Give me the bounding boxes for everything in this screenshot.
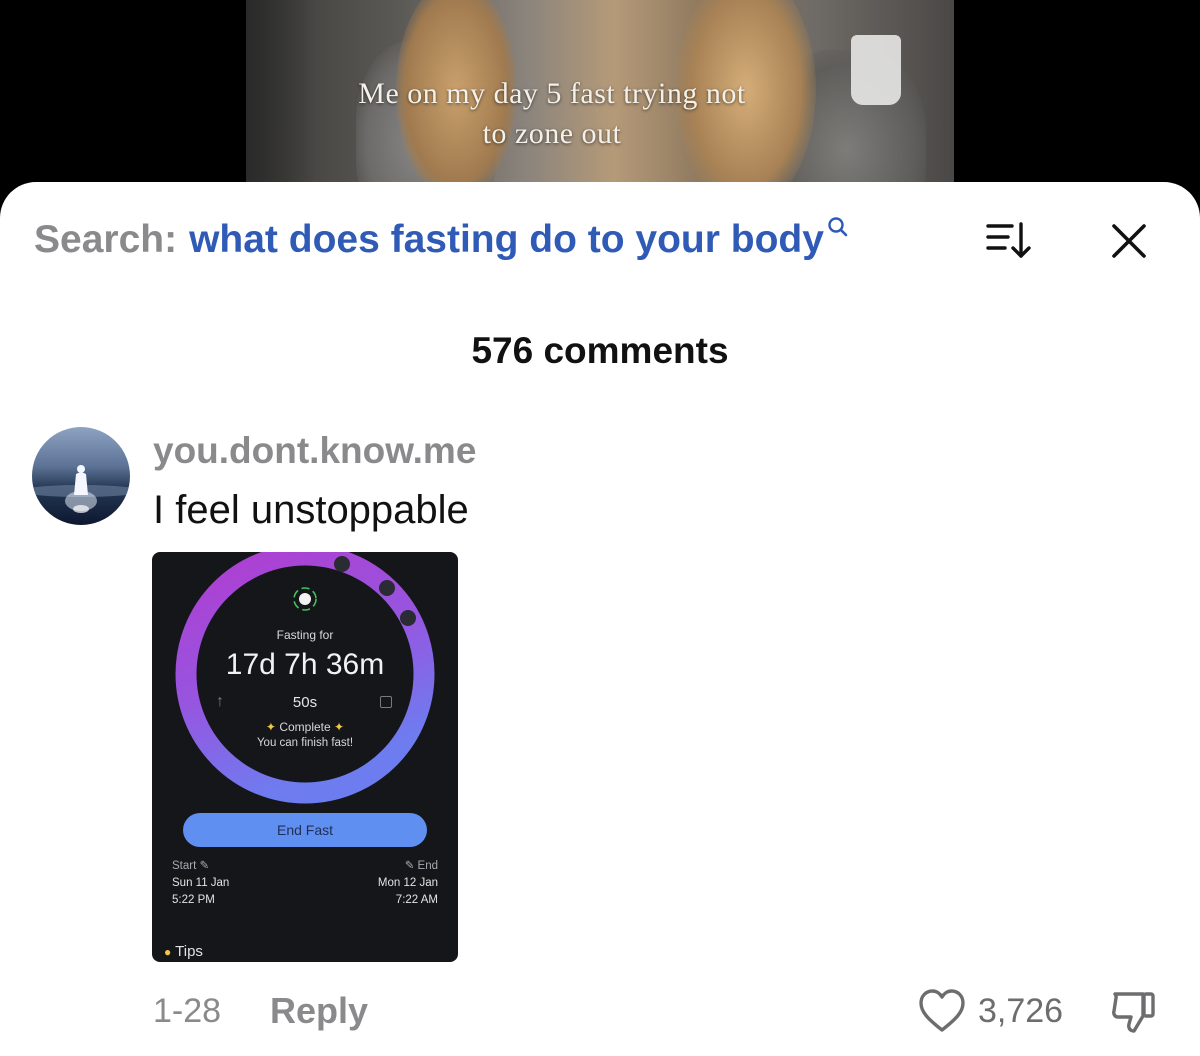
fasting-time: 17d 7h 36m [225,648,385,681]
sparkle-icon: ✦ [334,720,345,734]
fasting-seconds: 50s [292,694,318,711]
pencil-icon: ✎ [404,860,415,872]
end-date: Mon 12 Jan [377,877,438,889]
close-icon[interactable] [1106,218,1152,264]
end-label: End [417,860,438,872]
fasting-label: Fasting for [276,628,334,642]
search-suggestion[interactable]: Search: what does fasting do to your bod… [34,216,849,266]
cup [851,35,901,105]
end-fast-button: End Fast [183,813,427,847]
comment-username[interactable]: you.dont.know.me [153,430,476,472]
lightbulb-icon: ● [164,945,172,959]
finish-text: You can finish fast! [256,737,354,749]
pencil-icon: ✎ [199,860,210,872]
comment-text: I feel unstoppable [153,488,469,532]
calendar-icon [380,696,392,708]
comment-attachment-image[interactable]: Fasting for 17d 7h 36m ↑ 50s ✦ Complete … [152,552,458,962]
video-caption-line-2: to zone out [482,117,622,150]
avatar[interactable] [32,427,130,525]
search-icon[interactable] [827,216,849,240]
comment-date: 1-28 [153,992,222,1030]
tips: ● Tips [164,943,203,960]
complete-status: ✦ Complete ✦ [152,720,458,734]
end-info: ✎ End Mon 12 Jan 7:22 AM [378,858,438,909]
end-time: 7:22 AM [395,894,438,906]
video-caption-line-1: Me on my day 5 fast trying not [358,77,746,110]
thumbs-down-icon[interactable] [1108,988,1158,1036]
like-count: 3,726 [978,992,1064,1030]
fasting-progress-ring [175,552,435,804]
complete-label: Complete [279,720,331,734]
start-date: Sun 11 Jan [172,877,230,889]
search-query-link[interactable]: what does fasting do to your body [189,218,824,262]
video-caption: Me on my day 5 fast trying not to zone o… [246,74,858,154]
comments-sheet: Search: what does fasting do to your bod… [0,182,1200,1056]
sort-icon[interactable] [984,218,1034,262]
reply-button[interactable]: Reply [270,990,368,1032]
start-time: 5:22 PM [172,894,215,906]
tips-label: Tips [175,943,203,960]
start-info: Start ✎ Sun 11 Jan 5:22 PM [172,858,229,909]
search-prefix: Search: [34,218,178,261]
heart-icon[interactable] [918,988,966,1034]
comments-count: 576 comments [471,330,729,371]
avatar-figure-icon [32,465,130,513]
sparkle-icon: ✦ [265,720,276,734]
start-label: Start [172,860,197,872]
